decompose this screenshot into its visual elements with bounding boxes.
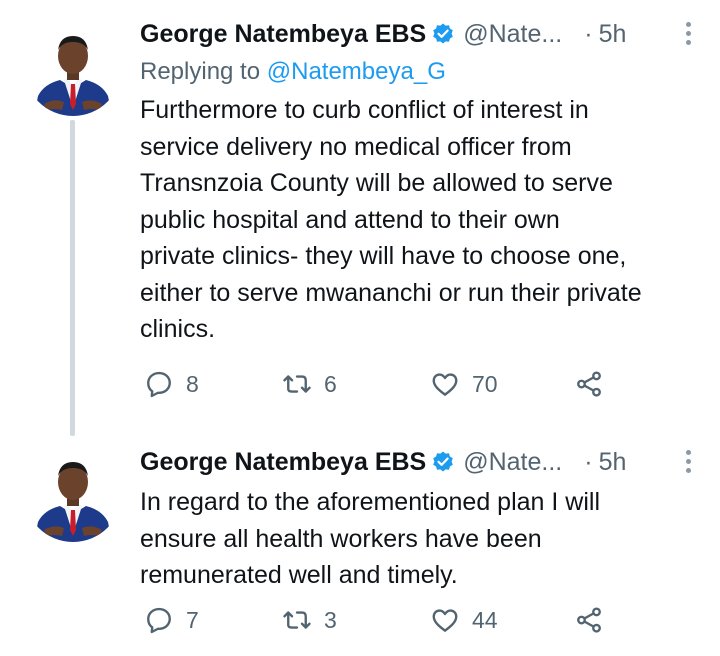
retweet-count: 3 xyxy=(324,606,337,633)
replying-to: Replying to @Natembeya_G xyxy=(140,54,700,90)
tweet-text-line: public hospital and attend to their own xyxy=(140,205,560,234)
avatar-portrait xyxy=(24,18,122,116)
tweet-header: George Natembeya EBS @Nate... · 5h xyxy=(140,14,700,54)
tweet-text-line: Furthermore to curb conflict of interest… xyxy=(140,96,589,124)
tweet-text-line: either to serve mwananchi or run their p… xyxy=(140,278,642,307)
share-button[interactable] xyxy=(574,369,604,399)
reply-button[interactable]: 8 xyxy=(144,369,199,399)
like-icon xyxy=(432,609,458,632)
reply-count: 7 xyxy=(186,606,199,633)
tweet-text-line: Transnzoia County will be allowed to ser… xyxy=(140,169,613,197)
reply-count: 8 xyxy=(186,370,199,397)
author-name[interactable]: George Natembeya EBS xyxy=(140,20,426,49)
tweet[interactable]: George Natembeya EBS @Nate... · 5h In re… xyxy=(0,436,720,656)
author-handle[interactable]: @Nate... xyxy=(463,20,562,49)
tweet-actions: 7 3 44 xyxy=(140,600,620,640)
more-icon[interactable] xyxy=(686,450,692,476)
thread-line xyxy=(70,120,75,436)
tweet-text-line: ensure all health workers have been xyxy=(140,524,542,553)
retweet-icon xyxy=(283,375,311,393)
like-button[interactable]: 70 xyxy=(430,369,498,399)
retweet-button[interactable]: 3 xyxy=(282,605,337,635)
like-icon xyxy=(432,373,458,396)
tweet-text: Furthermore to curb conflict of interest… xyxy=(140,92,700,348)
timestamp[interactable]: 5h xyxy=(599,448,627,477)
avatar-portrait xyxy=(24,444,122,542)
timestamp[interactable]: 5h xyxy=(599,20,627,49)
verified-badge-icon xyxy=(433,451,454,472)
tweet-text-line: clinics. xyxy=(140,315,216,343)
retweet-count: 6 xyxy=(324,370,337,397)
tweet-actions: 8 6 70 xyxy=(140,364,620,404)
separator-dot: · xyxy=(584,19,593,48)
author-handle[interactable]: @Nate... xyxy=(463,448,562,477)
replying-to-label: Replying to xyxy=(140,58,261,85)
tweet[interactable]: George Natembeya EBS @Nate... · 5h Reply… xyxy=(0,0,720,436)
tweet-content: George Natembeya EBS @Nate... · 5h Reply… xyxy=(140,14,700,348)
reply-mention-link[interactable]: @Natembeya_G xyxy=(267,58,446,85)
reply-icon xyxy=(147,607,171,634)
verified-badge-icon xyxy=(433,23,454,44)
tweet-text: In regard to the aforementioned plan I w… xyxy=(140,484,700,594)
avatar[interactable] xyxy=(24,18,122,116)
tweet-header: George Natembeya EBS @Nate... · 5h xyxy=(140,442,700,482)
share-icon xyxy=(577,607,601,633)
tweet-content: George Natembeya EBS @Nate... · 5h In re… xyxy=(140,442,700,594)
like-count: 44 xyxy=(472,606,498,633)
more-icon[interactable] xyxy=(686,22,692,48)
tweet-text-line: remunerated well and timely. xyxy=(140,561,458,589)
like-count: 70 xyxy=(472,370,498,397)
reply-button[interactable]: 7 xyxy=(144,605,199,635)
avatar[interactable] xyxy=(24,444,122,542)
share-icon xyxy=(577,371,601,397)
tweet-text-line: service delivery no medical officer from xyxy=(140,132,572,161)
retweet-icon xyxy=(283,611,311,629)
tweet-text-line: private clinics- they will have to choos… xyxy=(140,242,627,270)
separator-dot: · xyxy=(584,447,593,476)
retweet-button[interactable]: 6 xyxy=(282,369,337,399)
author-name[interactable]: George Natembeya EBS xyxy=(140,448,426,477)
share-button[interactable] xyxy=(574,605,604,635)
tweet-text-line: In regard to the aforementioned plan I w… xyxy=(140,488,600,516)
like-button[interactable]: 44 xyxy=(430,605,498,635)
reply-icon xyxy=(147,371,171,398)
